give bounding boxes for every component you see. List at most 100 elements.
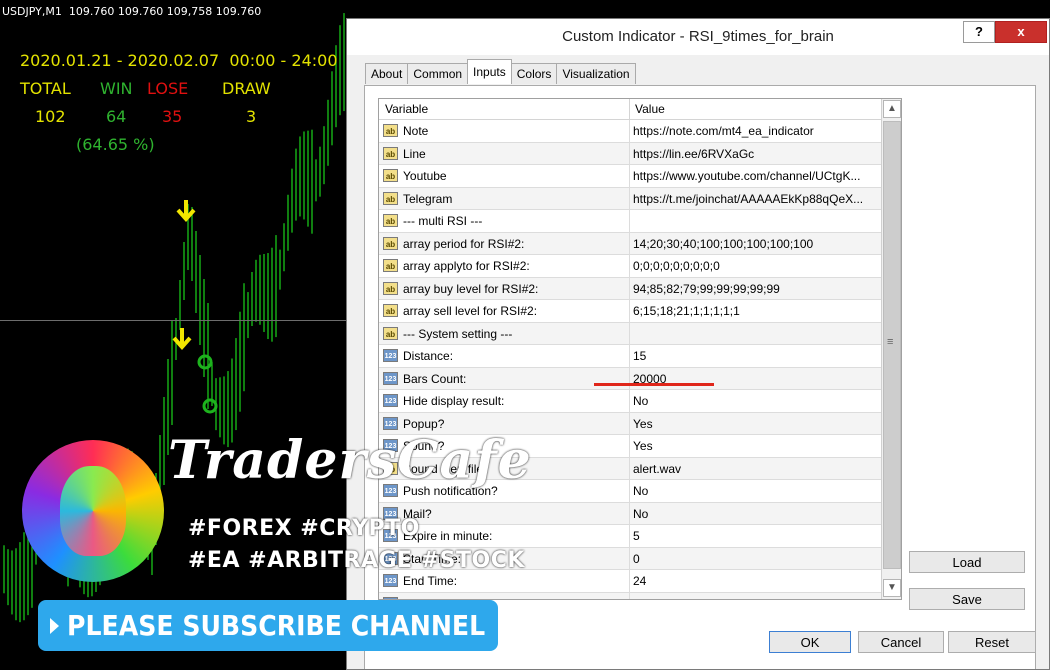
total-value: 102 <box>35 107 66 126</box>
lose-value: 35 <box>162 107 183 126</box>
table-row[interactable]: ab --- multi RSI --- <box>379 210 881 233</box>
tab-visualization[interactable]: Visualization <box>556 63 636 84</box>
variable-value[interactable]: https://note.com/mt4_ea_indicator <box>633 124 814 138</box>
variable-column-header[interactable]: Variable <box>385 102 428 116</box>
scrollbar-thumb[interactable]: ≡ <box>883 121 901 569</box>
price-line <box>0 320 350 321</box>
inputs-table: Variable Value ab Note https://note.com/mt… <box>378 98 902 600</box>
table-row[interactable]: ab Note https://note.com/mt4_ea_indicator <box>379 120 881 143</box>
total-label: TOTAL <box>20 79 71 98</box>
win-value: 64 <box>106 107 127 126</box>
table-row[interactable]: 123 Mail? No <box>379 502 881 525</box>
variable-value[interactable]: alert.wav <box>633 462 681 476</box>
load-button[interactable]: Load <box>909 551 1025 573</box>
variable-value[interactable]: 5 <box>633 529 640 543</box>
string-type-icon: ab <box>383 169 398 182</box>
table-body: ab Note https://note.com/mt4_ea_indicator a… <box>379 120 881 600</box>
save-button[interactable]: Save <box>909 588 1025 610</box>
table-row[interactable]: ab array applyto for RSI#2: 0;0;0;0;0;0;0;… <box>379 255 881 278</box>
date-range-label: 2020.01.21 - 2020.02.07 00:00 - 24:00 <box>20 51 338 70</box>
table-row[interactable]: 123 Hide display result: No <box>379 390 881 413</box>
table-row[interactable]: ab --- System setting --- <box>379 322 881 345</box>
variable-value[interactable]: 6;15;18;21;1;1;1;1;1 <box>633 304 740 318</box>
table-row[interactable]: 123 Expire in minute: 5 <box>379 525 881 548</box>
variable-value[interactable]: 24 <box>633 574 646 588</box>
scroll-down-icon[interactable]: ▼ <box>883 579 901 597</box>
table-row[interactable]: ab array buy level for RSI#2: 94;85;82;79;… <box>379 277 881 300</box>
help-button[interactable]: ? <box>963 21 995 43</box>
number-type-icon: 123 <box>383 416 398 430</box>
hashtags-line-1: #FOREX #CRYPTO <box>188 516 420 541</box>
inputs-panel: Variable Value ab Note https://note.com/mt… <box>364 85 1036 669</box>
lose-label: LOSE <box>147 79 189 98</box>
variable-value[interactable]: https://t.me/joinchat/AAAAAEkKp88qQeX... <box>633 192 863 206</box>
tab-inputs[interactable]: Inputs <box>467 59 512 84</box>
close-button[interactable]: x <box>995 21 1047 43</box>
string-type-icon: ab <box>383 191 398 205</box>
string-type-icon: ab <box>383 236 398 250</box>
chart-symbol-header: USDJPY,M1 109.760 109.760 109,758 109.76… <box>2 5 262 18</box>
tab-about[interactable]: About <box>365 63 409 84</box>
vertical-scrollbar[interactable]: ▲ ≡ ▼ <box>881 99 901 599</box>
number-type-icon: 123 <box>383 394 398 407</box>
win-rate-value: (64.65 %) <box>76 135 155 154</box>
sell-arrow-icon <box>176 200 196 222</box>
subscribe-text: PLEASE SUBSCRIBE CHANNEL <box>67 609 486 642</box>
table-row[interactable]: 123 Bars Count: 20000 <box>379 367 881 390</box>
string-type-icon: ab <box>383 259 398 272</box>
variable-name: --- multi RSI --- <box>403 214 483 228</box>
variable-value[interactable]: 0;0;0;0;0;0;0;0;0 <box>633 259 720 273</box>
variable-value[interactable]: 0 <box>633 552 640 566</box>
variable-value[interactable]: No <box>633 484 648 498</box>
subscribe-banner[interactable]: PLEASE SUBSCRIBE CHANNEL <box>38 600 498 651</box>
string-type-icon: ab <box>383 214 398 227</box>
table-row[interactable]: 123 End Time: 24 <box>379 570 881 593</box>
scroll-up-icon[interactable]: ▲ <box>883 100 901 118</box>
draw-value: 3 <box>246 107 257 126</box>
variable-name: Bars Count: <box>403 371 467 386</box>
number-type-icon: 123 <box>383 371 398 385</box>
variable-value[interactable]: Yes <box>633 417 653 431</box>
variable-name: Note <box>403 124 429 138</box>
variable-value[interactable]: Left upper chart corner <box>633 597 754 600</box>
string-type-icon: ab <box>383 281 398 295</box>
table-row[interactable]: ab Line https://lin.ee/6RVXaGc <box>379 142 881 165</box>
variable-name: Hide display result: <box>403 394 505 408</box>
table-row[interactable]: ab Youtube https://www.youtube.com/channel… <box>379 165 881 188</box>
variable-value[interactable]: No <box>633 507 648 521</box>
brand-name: TradersCafe <box>168 430 532 491</box>
tab-colors[interactable]: Colors <box>510 63 558 84</box>
table-row[interactable]: ab array period for RSI#2: 14;20;30;40;100… <box>379 232 881 255</box>
variable-value[interactable]: https://lin.ee/6RVXaGc <box>633 147 754 161</box>
variable-name: array sell level for RSI#2: <box>403 304 538 318</box>
number-type-icon: 123 <box>383 574 398 587</box>
variable-name: Distance: <box>403 349 454 363</box>
variable-value[interactable]: 94;85;82;79;99;99;99;99;99 <box>633 282 780 296</box>
string-type-icon: ab <box>383 304 398 317</box>
variable-value[interactable]: 14;20;30;40;100;100;100;100;100 <box>633 237 813 251</box>
variable-name: array applyto for RSI#2: <box>403 259 530 273</box>
string-type-icon: ab <box>383 146 398 160</box>
string-type-icon: ab <box>383 124 398 137</box>
tab-common[interactable]: Common <box>407 63 469 84</box>
table-row[interactable]: ab array sell level for RSI#2: 6;15;18;21;… <box>379 300 881 323</box>
variable-name: Youtube <box>403 169 447 183</box>
variable-value[interactable]: https://www.youtube.com/channel/UCtgK... <box>633 169 860 183</box>
dialog-title: Custom Indicator - RSI_9times_for_brain <box>562 28 834 45</box>
table-row[interactable]: 123 Distance: 15 <box>379 345 881 368</box>
value-column-header[interactable]: Value <box>635 102 665 116</box>
ok-button[interactable]: OK <box>769 631 851 653</box>
highlight-underline <box>594 383 714 386</box>
reset-button[interactable]: Reset <box>948 631 1036 653</box>
variable-value[interactable]: No <box>633 394 648 408</box>
cancel-button[interactable]: Cancel <box>858 631 944 653</box>
table-row[interactable]: ab Telegram https://t.me/joinchat/AAAAAEkK… <box>379 187 881 210</box>
exit-circle-icon <box>197 354 213 370</box>
dialog-titlebar[interactable]: Custom Indicator - RSI_9times_for_brain … <box>347 19 1049 55</box>
table-row[interactable]: 123LabelCornerLeft upper chart corner <box>379 592 881 600</box>
variable-name: array buy level for RSI#2: <box>403 281 539 296</box>
draw-label: DRAW <box>222 79 271 98</box>
variable-name: Telegram <box>403 191 453 206</box>
variable-value[interactable]: 15 <box>633 349 646 363</box>
variable-value[interactable]: Yes <box>633 439 653 453</box>
